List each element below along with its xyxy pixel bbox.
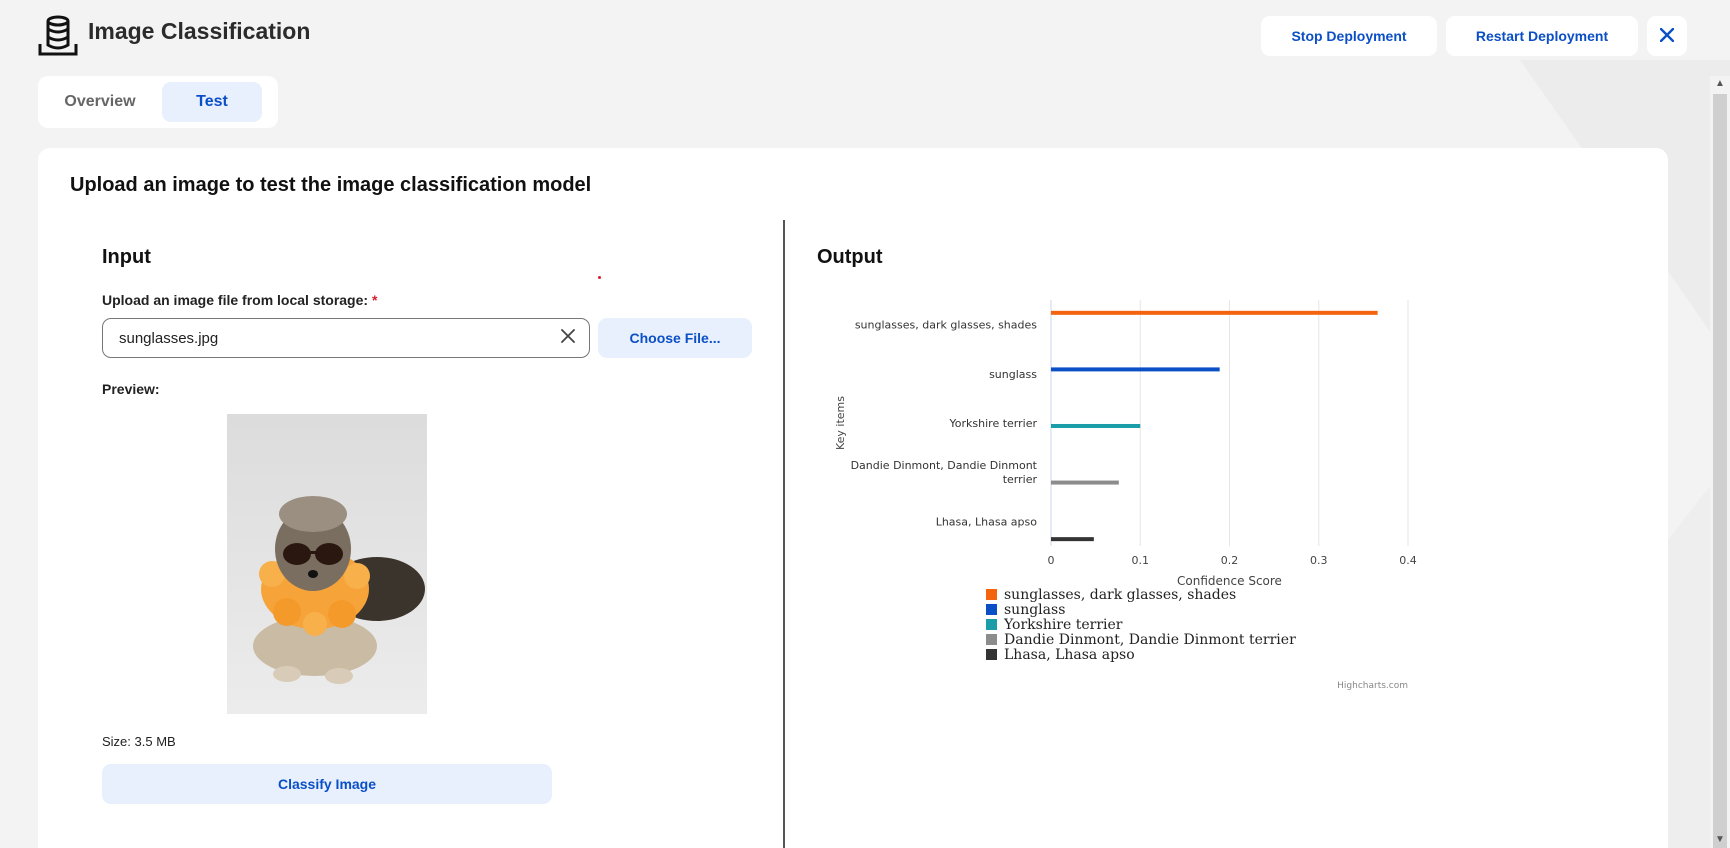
file-name: sunglasses.jpg: [119, 329, 219, 347]
chart-credits: Highcharts.com: [1337, 681, 1408, 691]
legend-swatch: [986, 604, 997, 615]
stop-deployment-button[interactable]: Stop Deployment: [1261, 16, 1437, 56]
upload-label: Upload an image file from local storage:…: [102, 292, 377, 308]
scroll-up-icon[interactable]: ▲: [1710, 76, 1730, 90]
preview-label: Preview:: [102, 381, 160, 397]
upload-label-text: Upload an image file from local storage:: [102, 292, 369, 308]
scrollbar-thumb[interactable]: [1713, 94, 1727, 848]
legend-swatch: [986, 589, 997, 600]
red-dot: [598, 276, 601, 279]
restart-deployment-button[interactable]: Restart Deployment: [1446, 16, 1638, 56]
bar: [1051, 310, 1378, 315]
legend-item: Dandie Dinmont, Dandie Dinmont terrier: [1004, 632, 1296, 648]
database-icon: [36, 14, 80, 58]
bar: [1051, 537, 1094, 542]
input-heading: Input: [102, 246, 151, 268]
close-button[interactable]: [1647, 16, 1687, 56]
y-category-label: terrier: [1003, 473, 1038, 486]
legend-item: Yorkshire terrier: [1003, 617, 1123, 633]
legend-item: sunglasses, dark glasses, shades: [1004, 587, 1236, 603]
x-tick-label: 0.2: [1221, 554, 1239, 567]
legend-swatch: [986, 649, 997, 660]
bar: [1051, 367, 1220, 372]
output-heading: Output: [817, 246, 883, 268]
tab-bar: Overview Test: [38, 76, 278, 128]
bar: [1051, 480, 1119, 485]
tab-overview[interactable]: Overview: [48, 82, 152, 122]
legend-item: sunglass: [1004, 602, 1065, 618]
required-mark: *: [371, 292, 378, 308]
y-category-label: Dandie Dinmont, Dandie Dinmont: [851, 459, 1038, 472]
clear-icon: [561, 329, 575, 347]
x-tick-label: 0: [1048, 554, 1055, 567]
close-icon: [1659, 25, 1675, 48]
y-axis-title: Key items: [834, 396, 847, 450]
bar: [1051, 423, 1141, 428]
y-category-label: Lhasa, Lhasa apso: [936, 515, 1038, 528]
legend-item: Lhasa, Lhasa apso: [1004, 647, 1135, 663]
tab-test[interactable]: Test: [162, 82, 262, 122]
clear-file-button[interactable]: [557, 327, 579, 349]
panel-divider: [783, 220, 785, 848]
choose-file-button[interactable]: Choose File...: [598, 318, 752, 358]
x-axis-title: Confidence Score: [1177, 574, 1282, 588]
y-category-label: sunglasses, dark glasses, shades: [855, 319, 1037, 332]
legend-swatch: [986, 619, 997, 630]
y-category-label: sunglass: [989, 368, 1037, 381]
x-tick-label: 0.4: [1399, 554, 1417, 567]
file-input[interactable]: sunglasses.jpg: [102, 318, 590, 358]
classify-image-button[interactable]: Classify Image: [102, 764, 552, 804]
page-title: Image Classification: [88, 18, 311, 44]
y-category-label: Yorkshire terrier: [949, 417, 1038, 430]
scrollbar[interactable]: ▲ ▼: [1710, 76, 1730, 848]
scroll-down-icon[interactable]: ▼: [1710, 832, 1730, 846]
file-size: Size: 3.5 MB: [102, 734, 176, 749]
preview-image: [227, 414, 427, 714]
x-tick-label: 0.3: [1310, 554, 1328, 567]
legend-swatch: [986, 634, 997, 645]
main-card: Upload an image to test the image classi…: [38, 148, 1668, 848]
card-title: Upload an image to test the image classi…: [70, 174, 592, 196]
x-tick-label: 0.1: [1132, 554, 1150, 567]
